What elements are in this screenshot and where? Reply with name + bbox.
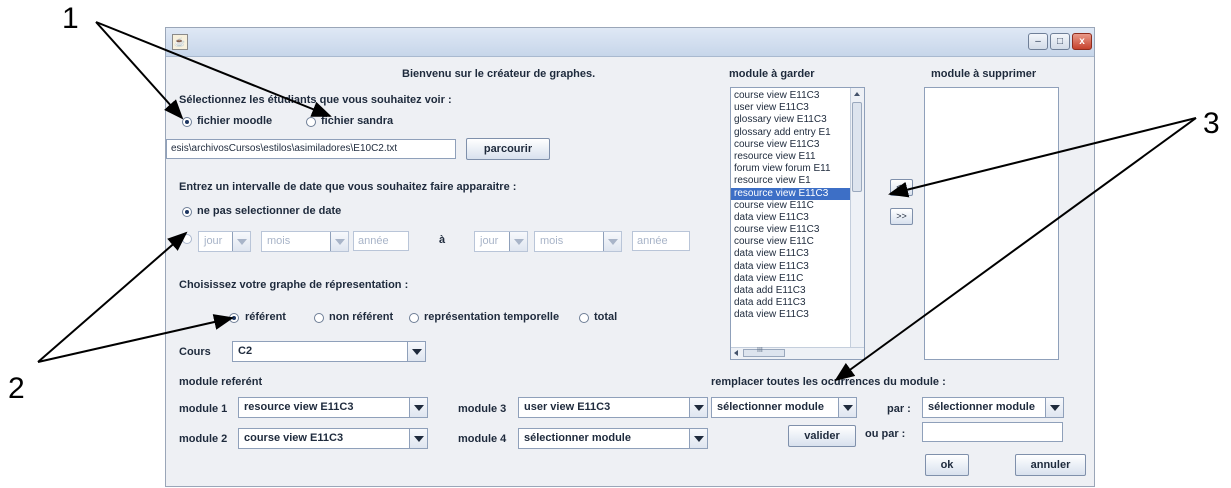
start-month-select[interactable]: mois (261, 231, 349, 252)
module-list-item[interactable]: data view E11C3 (731, 261, 852, 273)
ou-par-field[interactable] (922, 422, 1063, 442)
start-day-select[interactable]: jour (198, 231, 251, 252)
callout-3: 3 (1203, 107, 1220, 140)
module2-label: module 2 (179, 433, 228, 445)
file-path-field[interactable]: esis\archivosCursos\estilos\asimiladores… (166, 139, 456, 159)
app-window: ☕ – □ x Bienvenu sur le créateur de grap… (165, 27, 1095, 487)
module1-label: module 1 (179, 403, 228, 415)
temporelle-label[interactable]: représentation temporelle (424, 311, 559, 323)
module-list-item[interactable]: data view E11C3 (731, 248, 852, 260)
graph-choice-label: Choisissez votre graphe de répresentatio… (179, 279, 409, 291)
date-range-radio[interactable] (182, 234, 192, 244)
fichier-sandra-radio[interactable] (306, 117, 316, 127)
module-list-item[interactable]: course view E11C (731, 200, 852, 212)
module-list-item[interactable]: resource view E11C3 (731, 187, 852, 200)
end-day-select[interactable]: jour (474, 231, 528, 252)
module-list-item[interactable]: resource view E11 (731, 151, 852, 163)
module-list-item[interactable]: data view E11C3 (731, 309, 852, 321)
replace-all-label: remplacer toutes les ocurrences du modul… (711, 376, 946, 388)
module-list-vscroll[interactable] (850, 88, 864, 359)
move-left-button[interactable]: << (890, 179, 913, 196)
welcome-heading: Bienvenu sur le créateur de graphes. (402, 68, 596, 80)
non-referent-label[interactable]: non référent (329, 311, 393, 323)
module3-select[interactable]: user view E11C3 (518, 397, 708, 418)
no-date-label[interactable]: ne pas selectionner de date (197, 205, 341, 217)
module4-label: module 4 (458, 433, 507, 445)
date-separator: à (439, 234, 446, 246)
module-list-item[interactable]: forum view forum E11 (731, 163, 852, 175)
date-interval-label: Entrez un intervalle de date que vous so… (179, 181, 517, 193)
close-button[interactable]: x (1072, 33, 1092, 50)
callout-2: 2 (8, 372, 25, 405)
module-list-item[interactable]: resource view E1 (731, 175, 852, 187)
fichier-moodle-label[interactable]: fichier moodle (197, 115, 272, 127)
module-delete-list[interactable] (924, 87, 1059, 360)
referent-label[interactable]: référent (245, 311, 286, 323)
module4-select[interactable]: sélectionner module (518, 428, 708, 449)
module-keep-list[interactable]: course view E11C3 user view E11C3 glossary… (730, 87, 865, 360)
no-date-radio[interactable] (182, 207, 192, 217)
ok-button[interactable]: ok (925, 454, 969, 476)
module-list-item[interactable]: course view E11C (731, 236, 852, 248)
end-month-select[interactable]: mois (534, 231, 622, 252)
par-module-select[interactable]: sélectionner module (922, 397, 1064, 418)
valider-button[interactable]: valider (788, 425, 856, 447)
module-list-item[interactable]: data add E11C3 (731, 285, 852, 297)
par-label: par : (887, 403, 911, 415)
non-referent-radio[interactable] (314, 313, 324, 323)
cours-label: Cours (179, 346, 211, 358)
fichier-moodle-radio[interactable] (182, 117, 192, 127)
module-list-item[interactable]: data view E11C (731, 273, 852, 285)
replace-module-select[interactable]: sélectionner module (711, 397, 857, 418)
temporelle-radio[interactable] (409, 313, 419, 323)
module-list-item[interactable]: course view E11C3 (731, 224, 852, 236)
fichier-sandra-label[interactable]: fichier sandra (321, 115, 393, 127)
module-list-item[interactable]: glossary view E11C3 (731, 114, 852, 126)
select-students-label: Sélectionnez les étudiants que vous souh… (179, 94, 452, 106)
module-list-item[interactable]: data view E11C3 (731, 212, 852, 224)
start-year-field[interactable]: année (353, 231, 409, 251)
referent-radio[interactable] (229, 313, 239, 323)
module-referent-label: module referént (179, 376, 263, 388)
module-list-item[interactable]: data add E11C3 (731, 297, 852, 309)
maximize-button[interactable]: □ (1050, 33, 1070, 50)
module-delete-heading: module à supprimer (931, 68, 1037, 80)
annuler-button[interactable]: annuler (1015, 454, 1086, 476)
minimize-button[interactable]: – (1028, 33, 1048, 50)
module-list-hscroll[interactable]: III (731, 347, 864, 359)
title-bar: ☕ – □ x (166, 28, 1094, 57)
move-right-button[interactable]: >> (890, 208, 913, 225)
module-list-item[interactable]: course view E11C3 (731, 90, 852, 102)
module3-label: module 3 (458, 403, 507, 415)
module2-select[interactable]: course view E11C3 (238, 428, 428, 449)
module-list-item[interactable]: glossary add entry E1 (731, 127, 852, 139)
callout-1: 1 (62, 2, 79, 35)
parcourir-button[interactable]: parcourir (466, 138, 550, 160)
module1-select[interactable]: resource view E11C3 (238, 397, 428, 418)
end-year-field[interactable]: année (632, 231, 690, 251)
module-list-item[interactable]: user view E11C3 (731, 102, 852, 114)
cours-select[interactable]: C2 (232, 341, 426, 362)
total-radio[interactable] (579, 313, 589, 323)
ou-par-label: ou par : (865, 428, 906, 440)
module-keep-heading: module à garder (729, 68, 815, 80)
total-label[interactable]: total (594, 311, 617, 323)
module-list-item[interactable]: course view E11C3 (731, 139, 852, 151)
java-app-icon: ☕ (172, 34, 188, 50)
